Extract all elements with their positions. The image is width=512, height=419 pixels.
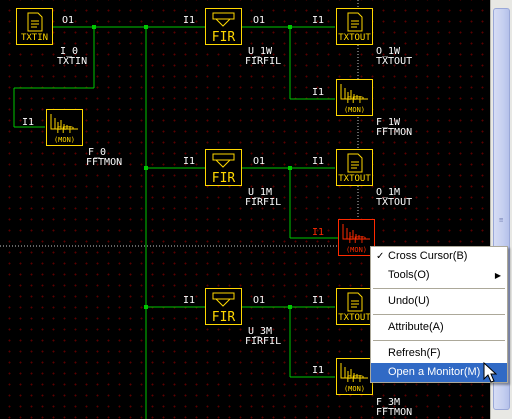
menu-item-cross-cursor[interactable]: ✓ Cross Cursor(B) (371, 247, 507, 266)
junction-dot (288, 305, 292, 309)
port-o1: O1 (62, 15, 75, 26)
menu-item-undo[interactable]: Undo(U) (371, 292, 507, 311)
port-i1: I1 (312, 156, 325, 167)
menu-item-attribute[interactable]: Attribute(A) (371, 318, 507, 337)
junction-dot (144, 25, 148, 29)
type-label: FFTMON (376, 407, 413, 418)
type-label: TXTOUT (376, 197, 413, 208)
fft-monitor-block-0[interactable]: FFT (MON) (46, 109, 83, 146)
fir-block-1m[interactable]: FIR (205, 149, 242, 186)
menu-separator (373, 288, 505, 289)
port-i1: I1 (312, 365, 325, 376)
menu-item-refresh[interactable]: Refresh(F) (371, 344, 507, 363)
type-label: FFTMON (376, 127, 413, 138)
txtout-block-3m[interactable]: TXTOUT (336, 288, 373, 325)
type-label: FFTMON (86, 157, 123, 168)
port-i1: I1 (183, 15, 196, 26)
port-i1: I1 (183, 295, 196, 306)
junction-dot (288, 166, 292, 170)
junction-dot (288, 25, 292, 29)
submenu-arrow-icon: ▶ (494, 271, 501, 280)
port-o1: O1 (253, 156, 266, 167)
fft-monitor-block-3m[interactable]: FFT (MON) (336, 358, 373, 395)
port-i1: I1 (312, 227, 325, 238)
mouse-pointer-icon (483, 362, 497, 383)
port-i1: I1 (312, 295, 325, 306)
port-i1: I1 (183, 156, 196, 167)
menu-separator (373, 314, 505, 315)
port-o1: O1 (253, 15, 266, 26)
menu-item-tools[interactable]: Tools(O) ▶ (371, 266, 507, 285)
grip-icon: ≡ (499, 216, 504, 224)
type-label: TXTOUT (376, 56, 413, 67)
type-label: FIRFIL (245, 336, 282, 347)
port-i1: I1 (22, 117, 35, 128)
txtout-block-1m[interactable]: TXTOUT (336, 149, 373, 186)
junction-dot (144, 305, 148, 309)
port-i1: I1 (312, 15, 325, 26)
fir-block-3m[interactable]: FIR (205, 288, 242, 325)
check-icon: ✓ (376, 251, 385, 262)
port-i1: I1 (312, 87, 325, 98)
type-label: FIRFIL (245, 56, 282, 67)
fir-block-1w[interactable]: FIR (205, 8, 242, 45)
menu-separator (373, 340, 505, 341)
port-o1: O1 (253, 295, 266, 306)
txtout-block-1w[interactable]: TXTOUT (336, 8, 373, 45)
type-label: FIRFIL (245, 197, 282, 208)
txtin-block[interactable]: TXTIN (16, 8, 53, 45)
type-label: TXTIN (57, 56, 88, 67)
junction-dot (144, 166, 148, 170)
fft-monitor-block-1w[interactable]: FFT (MON) (336, 79, 373, 116)
junction-dot (92, 25, 96, 29)
